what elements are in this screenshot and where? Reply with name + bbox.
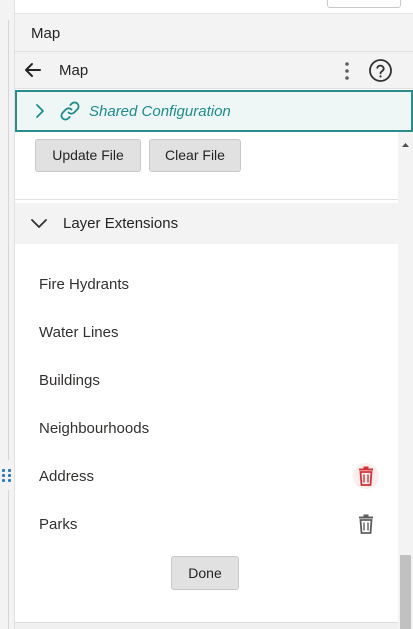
scroll-up-arrow-icon[interactable] bbox=[401, 136, 410, 147]
top-input-box[interactable] bbox=[327, 0, 401, 8]
gutter-divider bbox=[8, 20, 9, 460]
top-toolbar-strip bbox=[15, 0, 413, 14]
next-section-edge bbox=[15, 622, 398, 629]
layer-item-parks[interactable]: Parks bbox=[39, 516, 77, 533]
nav-title: Map bbox=[59, 62, 89, 79]
layer-item-address[interactable]: Address bbox=[39, 468, 94, 485]
delete-parks-trash-icon[interactable] bbox=[353, 511, 379, 537]
chevron-down-icon bbox=[29, 216, 49, 230]
section-divider bbox=[15, 199, 398, 200]
nav-bar: Map bbox=[15, 52, 413, 89]
update-file-button[interactable]: Update File bbox=[35, 139, 141, 172]
scrollbar[interactable] bbox=[398, 132, 413, 629]
delete-address-trash-icon[interactable] bbox=[353, 463, 379, 489]
left-gutter bbox=[0, 0, 15, 629]
done-button[interactable]: Done bbox=[171, 556, 239, 590]
panel-title: Map bbox=[31, 25, 61, 42]
layer-extensions-header[interactable]: Layer Extensions bbox=[15, 203, 398, 244]
layer-item-neighbourhoods[interactable]: Neighbourhoods bbox=[39, 420, 149, 437]
gutter-divider bbox=[8, 490, 9, 629]
shared-configuration-label: Shared Configuration bbox=[89, 103, 231, 120]
layer-item-buildings[interactable]: Buildings bbox=[39, 372, 100, 389]
layer-item-water-lines[interactable]: Water Lines bbox=[39, 324, 118, 341]
layer-extensions-title: Layer Extensions bbox=[63, 215, 179, 232]
more-vertical-icon[interactable] bbox=[337, 59, 357, 83]
link-icon bbox=[58, 100, 82, 122]
clear-file-button[interactable]: Clear File bbox=[149, 139, 241, 172]
back-arrow-icon[interactable] bbox=[21, 58, 45, 82]
panel-content: Update File Clear File Layer Extensions … bbox=[15, 132, 398, 629]
layer-item-fire-hydrants[interactable]: Fire Hydrants bbox=[39, 276, 129, 293]
help-circle-icon[interactable] bbox=[368, 58, 393, 83]
chevron-right-icon bbox=[33, 102, 47, 120]
scrollbar-thumb[interactable] bbox=[400, 555, 411, 629]
panel-header: Map bbox=[15, 14, 413, 52]
shared-configuration-row[interactable]: Shared Configuration bbox=[15, 90, 413, 132]
drag-handle-icon[interactable] bbox=[2, 469, 12, 483]
